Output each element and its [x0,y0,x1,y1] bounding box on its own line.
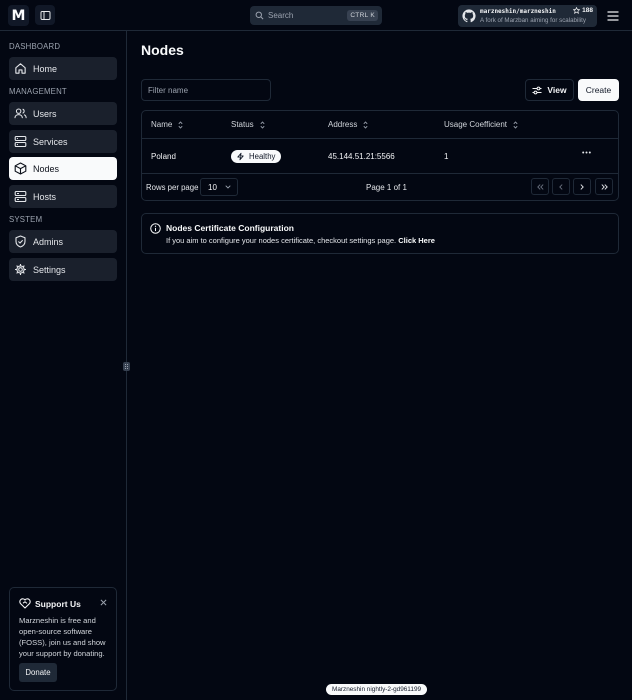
status-badge: Healthy [231,149,282,163]
more-horizontal-icon[interactable] [582,151,591,154]
column-header-label: Name [151,120,173,129]
sidebar-item-services[interactable]: Services [9,130,117,153]
chevron-down-icon [225,185,231,189]
rows-per-page-label: Rows per page [146,182,199,192]
cell-node-status: Healthy [231,139,282,173]
donate-button[interactable]: Donate [19,663,57,682]
column-header-name[interactable]: Name [151,111,183,138]
sidebar-resize-handle[interactable] [123,362,130,371]
version-badge: Marzneshin nightly-2-gd961199 [326,684,428,695]
support-text: Marzneshin is free and open-source softw… [19,616,106,658]
sort-icon [178,120,183,129]
view-button-label: View [547,85,567,95]
hamburger-menu-icon [607,10,618,21]
sidebar-item-label: Admins [33,236,64,247]
sidebar-item-hosts[interactable]: Hosts [9,185,117,208]
search-shortcut: CTRL K [347,10,378,21]
repo-description: A fork of Marzban aiming for scalability [480,17,586,24]
sidebar-item-label: Home [33,63,58,74]
search-button[interactable]: Search CTRL K [250,6,382,25]
settings-link[interactable]: Click Here [398,236,435,245]
users-icon [14,107,27,120]
sidebar-item-admins[interactable]: Admins [9,230,117,253]
box-icon [14,162,27,175]
view-button[interactable]: View [525,79,574,101]
support-title-text: Support Us [35,598,81,609]
status-badge-label: Healthy [249,151,276,161]
sidebar-item-label: Services [33,136,68,147]
sidebar-item-label: Settings [33,264,66,275]
sidebar: DASHBOARD Home MANAGEMENT Users Services… [0,31,127,700]
github-repo-link[interactable]: marzneshin/marzneshin 188 A fork of Marz… [458,5,597,27]
repo-stars-count: 188 [582,7,593,14]
heart-handshake-icon [19,598,31,609]
search-label: Search [268,11,294,20]
sidebar-item-nodes[interactable]: Nodes [9,157,117,180]
filter-name-input[interactable] [141,79,271,101]
sliders-icon [532,86,542,94]
activity-icon [237,152,244,160]
support-card: Support Us Marzneshin is free and open-s… [9,587,117,691]
sort-icon [363,120,368,129]
nodes-table: Name Status Address Usage Coefficient Po… [141,110,619,201]
rows-per-page-select[interactable]: 10 [200,178,238,196]
support-title: Support Us [19,598,81,609]
column-header-label: Usage Coefficient [444,120,507,129]
sidebar-item-label: Nodes [33,163,60,174]
section-label-system: SYSTEM [9,215,43,224]
create-button[interactable]: Create [578,79,619,101]
sidebar-item-label: Users [33,108,57,119]
sidebar-item-settings[interactable]: Settings [9,258,117,281]
sidebar-panel-icon [40,10,50,20]
page-info: Page 1 of 1 [366,182,407,192]
page-title: Nodes [141,42,184,58]
certificate-description: If you aim to configure your nodes certi… [166,236,397,245]
globe-icon [14,190,27,203]
previous-page-button[interactable] [552,178,570,195]
column-header-address[interactable]: Address [328,111,368,138]
github-icon [462,9,476,23]
chevron-left-icon [559,183,563,190]
search-icon [255,11,264,20]
home-icon [14,62,27,75]
cell-node-name[interactable]: Poland [151,139,176,173]
shield-icon [14,235,27,248]
cell-node-address: 45.144.51.21:5566 [328,151,395,161]
rows-per-page-value: 10 [208,182,217,192]
certificate-text: If you aim to configure your nodes certi… [166,236,435,245]
sidebar-item-users[interactable]: Users [9,102,117,125]
certificate-title: Nodes Certificate Configuration [166,223,294,233]
close-icon[interactable] [100,599,107,606]
certificate-info-card: Nodes Certificate Configuration If you a… [141,213,619,254]
chevrons-right-icon [600,183,608,190]
info-icon [150,223,161,234]
section-label-dashboard: DASHBOARD [9,42,61,51]
column-header-usage-coefficient[interactable]: Usage Coefficient [444,111,518,138]
logo[interactable]: M [8,5,29,26]
column-header-label: Address [328,120,358,129]
cell-node-usage: 1 [444,151,449,161]
star-icon [573,7,581,14]
column-header-status[interactable]: Status [231,111,265,138]
repo-stars: 188 [573,7,593,14]
chevrons-left-icon [536,183,544,190]
server-icon [14,135,27,148]
sort-icon [260,120,265,129]
sidebar-item-label: Hosts [33,191,57,202]
last-page-button[interactable] [595,178,613,195]
column-header-label: Status [231,120,254,129]
menu-button[interactable] [602,5,623,26]
top-bar: M Search CTRL K marzneshin/marzneshin 18… [0,0,632,31]
chevron-right-icon [580,183,584,190]
sort-icon [513,120,518,129]
next-page-button[interactable] [573,178,591,195]
gear-icon [14,263,27,276]
logo-letter: M [11,7,26,24]
sidebar-item-home[interactable]: Home [9,57,117,80]
section-label-management: MANAGEMENT [9,87,67,96]
repo-name: marzneshin/marzneshin [480,8,556,15]
sidebar-toggle-button[interactable] [35,5,55,25]
first-page-button[interactable] [531,178,549,195]
